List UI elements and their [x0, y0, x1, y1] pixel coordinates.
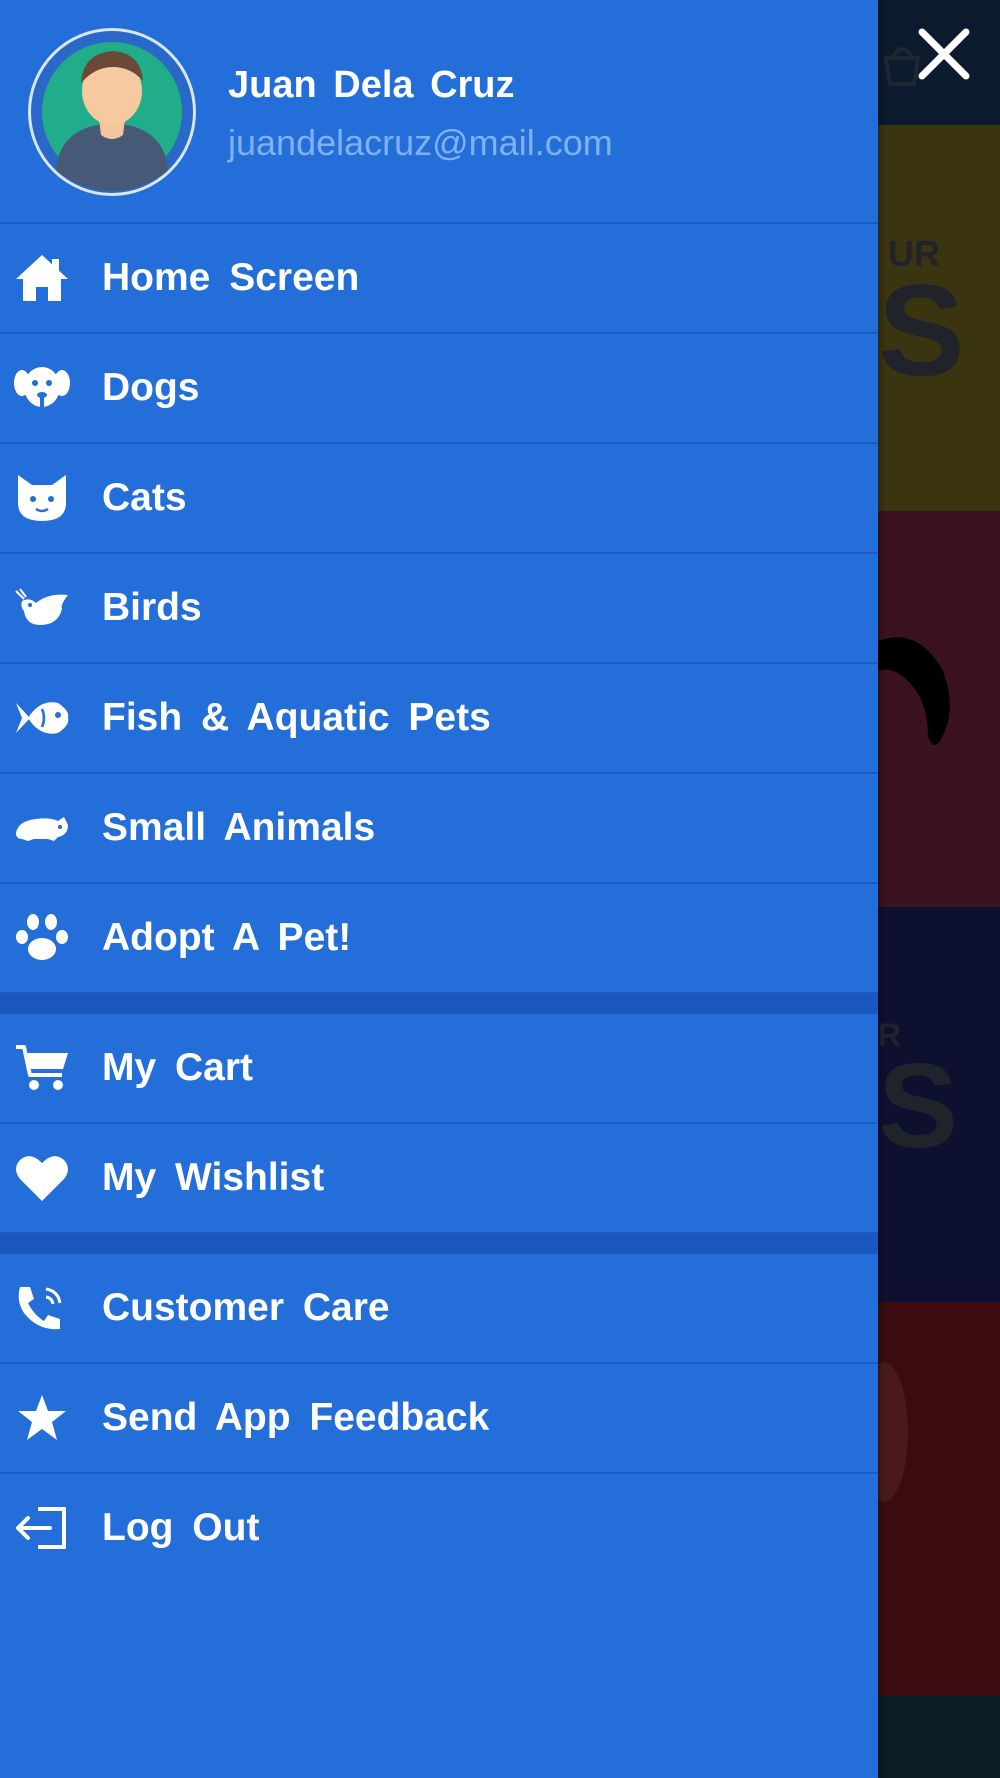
menu-item-small-animals[interactable]: Small Animals	[0, 774, 878, 884]
menu-item-log-out[interactable]: Log Out	[0, 1474, 878, 1582]
menu-item-my-cart[interactable]: My Cart	[0, 1014, 878, 1124]
menu-item-label: Dogs	[102, 366, 200, 409]
menu-separator	[0, 994, 878, 1014]
menu-item-label: My Cart	[102, 1046, 254, 1089]
profile-header[interactable]: Juan Dela Cruz juandelacruz@mail.com	[0, 0, 878, 224]
menu-item-my-wishlist[interactable]: My Wishlist	[0, 1124, 878, 1234]
menu-item-customer-care[interactable]: Customer Care	[0, 1254, 878, 1364]
menu-item-label: Home Screen	[102, 256, 360, 299]
menu-item-label: Cats	[102, 476, 187, 519]
small-animal-icon	[12, 801, 72, 855]
cart-icon	[12, 1041, 72, 1095]
menu-item-send-app-feedback[interactable]: Send App Feedback	[0, 1364, 878, 1474]
background-banner-navy: R S	[878, 907, 1000, 1302]
menu-item-label: Customer Care	[102, 1286, 390, 1329]
menu-item-cats[interactable]: Cats	[0, 444, 878, 554]
menu-item-label: Adopt A Pet!	[102, 916, 352, 959]
home-icon	[12, 251, 72, 305]
menu-item-adopt-a-pet[interactable]: Adopt A Pet!	[0, 884, 878, 994]
menu-item-label: Fish & Aquatic Pets	[102, 696, 491, 739]
phone-icon	[12, 1281, 72, 1335]
banner2-big-text: S	[878, 1039, 959, 1173]
heart-icon	[12, 1151, 72, 1205]
bird-icon	[12, 581, 72, 635]
star-icon	[12, 1391, 72, 1445]
background-footer	[878, 1696, 1000, 1778]
close-icon[interactable]	[912, 22, 976, 86]
menu-item-home-screen[interactable]: Home Screen	[0, 224, 878, 334]
menu-item-fish-aquatic-pets[interactable]: Fish & Aquatic Pets	[0, 664, 878, 774]
fish-icon	[12, 691, 72, 745]
menu-item-label: Log Out	[102, 1506, 260, 1549]
menu-item-label: My Wishlist	[102, 1156, 325, 1199]
avatar[interactable]	[28, 28, 196, 196]
user-email: juandelacruz@mail.com	[228, 122, 613, 163]
user-name: Juan Dela Cruz	[228, 64, 515, 106]
navigation-drawer: Juan Dela Cruz juandelacruz@mail.com Hom…	[0, 0, 878, 1778]
animal-tail-image	[878, 637, 950, 745]
background-banner-red	[878, 511, 1000, 907]
paw-icon	[12, 911, 72, 965]
menu-separator	[0, 1234, 878, 1254]
menu-item-label: Send App Feedback	[102, 1396, 490, 1439]
cat-icon	[12, 471, 72, 525]
background-banner-yellow: UR S	[878, 125, 1000, 511]
menu-item-birds[interactable]: Birds	[0, 554, 878, 664]
logout-icon	[12, 1501, 72, 1555]
background-banner-dark-red	[878, 1302, 1000, 1696]
banner-big-text: S	[878, 257, 965, 403]
dog-icon	[12, 361, 72, 415]
menu-item-dogs[interactable]: Dogs	[0, 334, 878, 444]
menu-item-label: Birds	[102, 586, 202, 629]
menu-item-label: Small Animals	[102, 806, 376, 849]
